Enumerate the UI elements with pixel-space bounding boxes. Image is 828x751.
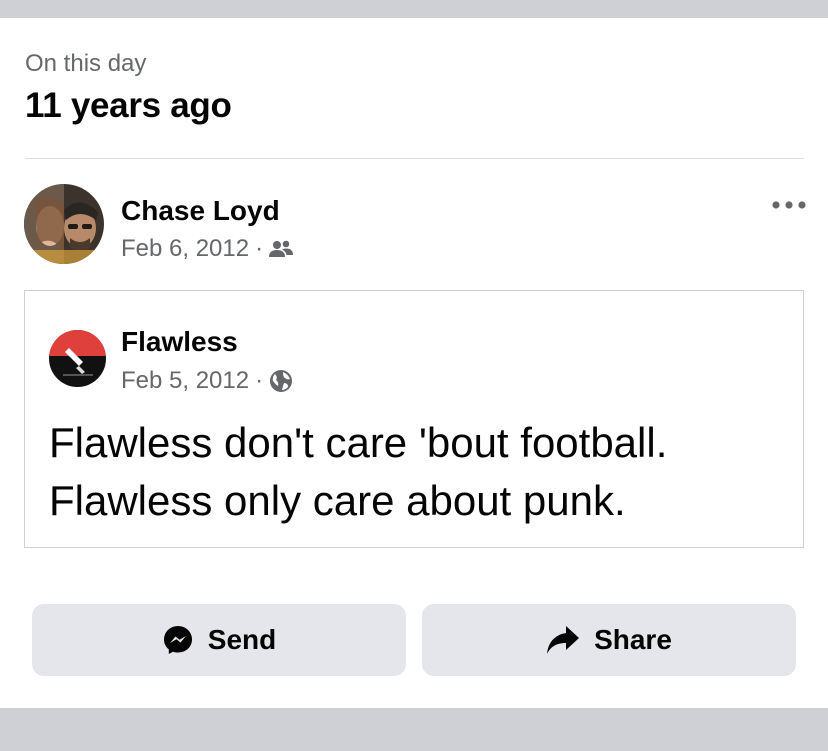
post-text-line: Flawless only care about punk. xyxy=(49,477,626,524)
author-name[interactable]: Chase Loyd xyxy=(121,195,280,227)
post-meta: Feb 6, 2012 · xyxy=(121,235,294,263)
bottom-frame-bar xyxy=(0,708,828,751)
globe-icon[interactable] xyxy=(269,369,293,393)
more-options-icon[interactable] xyxy=(766,190,812,220)
page-avatar[interactable] xyxy=(49,330,106,387)
send-label: Send xyxy=(207,624,277,655)
shared-post-date[interactable]: Feb 5, 2012 xyxy=(121,367,249,395)
share-button[interactable]: Share xyxy=(422,604,796,676)
shared-post-card[interactable]: Flawless Feb 5, 2012 · Flawless don't ca… xyxy=(24,290,804,548)
shared-post-meta: Feb 5, 2012 · xyxy=(121,367,293,395)
send-button[interactable]: Send xyxy=(32,604,406,676)
share-arrow-icon xyxy=(546,625,580,655)
post-date[interactable]: Feb 6, 2012 xyxy=(121,235,249,263)
friends-icon[interactable] xyxy=(269,239,294,259)
messenger-icon xyxy=(162,624,194,656)
share-label: Share xyxy=(594,624,672,655)
post-text: Flawless don't care 'bout football. Flaw… xyxy=(49,414,789,530)
memory-subtitle: On this day xyxy=(25,50,147,77)
memory-title: 11 years ago xyxy=(25,86,232,125)
top-frame-bar xyxy=(0,0,828,18)
author-avatar[interactable] xyxy=(24,184,104,264)
post-text-line: Flawless don't care 'bout football. xyxy=(49,419,668,466)
meta-separator: · xyxy=(255,235,264,262)
meta-separator: · xyxy=(255,367,264,394)
page-name[interactable]: Flawless xyxy=(121,326,238,358)
header-divider xyxy=(25,158,804,159)
